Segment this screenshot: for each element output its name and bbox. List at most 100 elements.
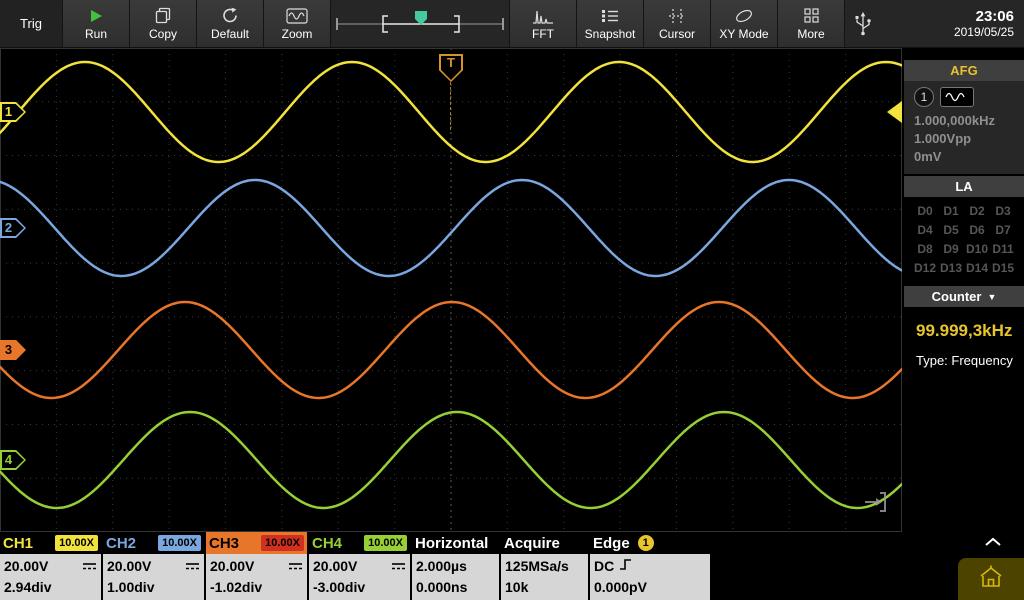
dc-coupling-icon [82, 558, 97, 574]
ch4-scale: 20.00V [313, 558, 357, 574]
afg-panel[interactable]: AFG 1 1.000,000kHz 1.000Vpp 0mV [904, 60, 1024, 174]
top-toolbar: Trig Run Copy Default [0, 0, 1024, 48]
copy-button[interactable]: Copy [130, 0, 197, 47]
cursor-button[interactable]: Cursor [644, 0, 711, 47]
channel-marker-1-label: 1 [0, 102, 17, 122]
ch3-position: -1.02div [210, 579, 262, 595]
la-panel[interactable]: LA D0D1D2D3D4D5D6D7D8D9D10D11D12D13D14D1… [904, 176, 1024, 284]
ch1-position: 2.94div [4, 579, 51, 595]
chevron-down-icon: ▼ [987, 292, 996, 302]
acquire-depth: 10k [505, 579, 528, 595]
ch4-status-block[interactable]: CH4 10.00X 20.00V -3.00div [309, 532, 410, 600]
trigger-dash-line [450, 82, 451, 130]
clock-time: 23:06 [954, 8, 1014, 25]
zoom-button[interactable]: Zoom [264, 0, 331, 47]
trig-menu-button[interactable]: Trig [0, 0, 63, 47]
la-channel-label: D15 [990, 259, 1016, 278]
xy-mode-label: XY Mode [719, 27, 768, 41]
snapshot-button[interactable]: Snapshot [577, 0, 644, 47]
horizontal-delay: 0.000ns [416, 579, 467, 595]
acquire-status-block[interactable]: Acquire 125MSa/s 10k [501, 532, 588, 600]
sine-wave-icon [940, 87, 974, 107]
ch1-scale: 20.00V [4, 558, 48, 574]
oscilloscope-ui: Trig Run Copy Default [0, 0, 1024, 600]
trigger-status-block[interactable]: Edge 1 DC 0.000pV [590, 532, 710, 600]
ch3-name: CH3 [209, 535, 239, 552]
ch2-position: 1.00div [107, 579, 154, 595]
home-icon [978, 565, 1004, 594]
channel-marker-2-label: 2 [0, 218, 17, 238]
zoom-label: Zoom [282, 27, 313, 41]
ch2-scale: 20.00V [107, 558, 151, 574]
more-button[interactable]: More [778, 0, 845, 47]
run-label: Run [85, 27, 107, 41]
counter-header[interactable]: Counter ▼ [904, 286, 1024, 307]
default-reset-icon [222, 7, 239, 25]
clock-date: 2019/05/25 [954, 25, 1014, 39]
ch4-position: -3.00div [313, 579, 365, 595]
horizontal-scale: 2.000µs [416, 558, 467, 574]
waveform-display[interactable]: T 1 2 3 4 [0, 48, 902, 532]
copy-icon [154, 7, 172, 25]
xy-lissajous-icon [733, 7, 755, 25]
afg-title: AFG [904, 60, 1024, 81]
la-row: D12D13D14D15 [912, 259, 1016, 278]
default-button[interactable]: Default [197, 0, 264, 47]
ch2-attenuation-badge: 10.00X [158, 535, 201, 551]
la-channel-label: D9 [938, 240, 964, 259]
default-label: Default [211, 27, 249, 41]
counter-type: Type: Frequency [904, 353, 1024, 368]
run-icon [88, 7, 104, 25]
cursor-icon [668, 7, 686, 25]
acquire-samplerate: 125MSa/s [505, 558, 569, 574]
ch2-status-block[interactable]: CH2 10.00X 20.00V 1.00div [103, 532, 204, 600]
counter-panel[interactable]: Counter ▼ 99.999,3kHz Type: Frequency [904, 286, 1024, 368]
status-bar: CH1 10.00X 20.00V 2.94div CH2 10.00X 20.… [0, 532, 1024, 600]
snapshot-list-icon [601, 7, 619, 25]
cursor-label: Cursor [659, 27, 695, 41]
fft-label: FFT [532, 27, 554, 41]
ch3-scale: 20.00V [210, 558, 254, 574]
snapshot-label: Snapshot [585, 27, 636, 41]
la-row: D8D9D10D11 [912, 240, 1016, 259]
ch4-name: CH4 [312, 535, 342, 552]
run-button[interactable]: Run [63, 0, 130, 47]
fft-button[interactable]: FFT [510, 0, 577, 47]
xy-mode-button[interactable]: XY Mode [711, 0, 778, 47]
la-channel-label: D13 [938, 259, 964, 278]
la-row: D0D1D2D3 [912, 202, 1016, 221]
la-channel-label: D8 [912, 240, 938, 259]
usb-icon [845, 0, 881, 47]
ch1-status-block[interactable]: CH1 10.00X 20.00V 2.94div [0, 532, 101, 600]
dc-coupling-icon [391, 558, 406, 574]
horizontal-title: Horizontal [415, 535, 488, 552]
ch3-attenuation-badge: 10.00X [261, 535, 304, 551]
dc-coupling-icon [185, 558, 200, 574]
trigger-coupling: DC [594, 558, 614, 574]
waveform-trace-3 [0, 302, 902, 398]
chevron-up-icon[interactable] [984, 534, 1002, 552]
la-channel-label: D3 [990, 202, 1016, 221]
channel-marker-3-label: 3 [0, 340, 17, 360]
afg-offset: 0mV [904, 148, 1024, 166]
expand-arrow-icon[interactable] [862, 489, 888, 520]
la-channel-label: D14 [964, 259, 990, 278]
zoom-waveform-icon [286, 7, 308, 25]
trigger-position-flag [415, 11, 427, 25]
more-grid-icon [804, 7, 819, 25]
clock: 23:06 2019/05/25 [954, 0, 1024, 47]
rising-edge-icon [619, 557, 633, 575]
la-channel-label: D2 [964, 202, 990, 221]
fft-icon [532, 7, 554, 25]
copy-label: Copy [149, 27, 177, 41]
channel-marker-4-label: 4 [0, 450, 17, 470]
ch1-attenuation-badge: 10.00X [55, 535, 98, 551]
counter-title: Counter [932, 289, 982, 304]
horizontal-status-block[interactable]: Horizontal 2.000µs 0.000ns [412, 532, 499, 600]
right-sidebar: AFG 1 1.000,000kHz 1.000Vpp 0mV LA D0D1D… [904, 48, 1024, 532]
home-button[interactable] [958, 558, 1024, 600]
trigger-title: Edge [593, 535, 630, 552]
ch3-status-block[interactable]: CH3 10.00X 20.00V -1.02div [206, 532, 307, 600]
horizontal-position-widget[interactable] [331, 0, 510, 47]
counter-value: 99.999,3kHz [904, 307, 1024, 353]
